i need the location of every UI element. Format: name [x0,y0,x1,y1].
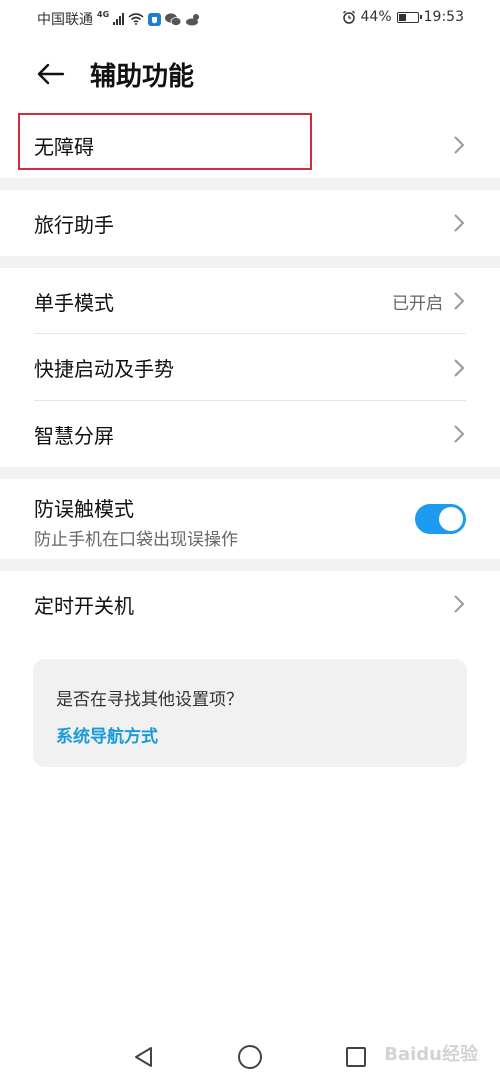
highlight-box [18,113,312,170]
clock: 19:53 [423,9,464,25]
list-item-smart-split-screen[interactable]: 智慧分屏 [0,401,500,467]
chevron-right-icon [452,135,466,155]
carrier-label: 中国联通 [37,12,93,28]
chevron-right-icon [452,291,466,311]
list-item-label: 旅行助手 [34,212,114,237]
triangle-back-icon [135,1047,152,1067]
list-item-quick-launch-gestures[interactable]: 快捷启动及手势 [0,334,500,401]
page-header: 辅助功能 [0,48,500,100]
suggestion-question: 是否在寻找其他设置项？ [56,690,243,710]
square-recents-icon [346,1047,366,1067]
page-title: 辅助功能 [90,62,195,92]
nav-home-button[interactable] [235,1042,265,1072]
list-item-label: 单手模式 [34,290,114,315]
wifi-icon [128,13,144,25]
nav-recents-button[interactable] [341,1042,371,1072]
battery-fill [398,13,407,21]
back-button[interactable] [30,54,70,94]
toggle-knob [439,507,463,531]
status-left: 中国联通 4G [37,9,201,29]
status-bar: 中国联通 4G 44% 19:53 [0,0,500,36]
circle-home-icon [238,1045,262,1069]
alarm-icon [342,10,355,24]
list-item-label: 智慧分屏 [34,423,114,448]
section-gap [0,467,500,479]
list-item-value: 已开启 [392,293,443,314]
app-notification-icon [148,12,162,26]
wechat-icon [165,12,182,26]
signal-icon [113,13,125,25]
watermark: Baidu经验 [384,1044,478,1065]
section-gap [0,559,500,571]
status-right: 44% 19:53 [342,9,464,25]
list-item-accidental-touch-prevention: 防误触模式 防止手机在口袋出现误操作 [0,479,500,559]
list-item-label: 快捷启动及手势 [34,357,174,381]
list-item-scheduled-power[interactable]: 定时开关机 [0,571,500,637]
nav-back-button[interactable] [128,1042,158,1072]
list-item-travel-assistant[interactable]: 旅行助手 [0,190,500,256]
section-gap [0,178,500,190]
chevron-right-icon [452,358,466,378]
suggestion-card: 是否在寻找其他设置项？ 系统导航方式 [33,659,467,767]
accidental-touch-toggle[interactable] [415,504,466,534]
weather-icon [186,13,200,25]
list-item-subtitle: 防止手机在口袋出现误操作 [34,530,238,550]
chevron-right-icon [452,594,466,614]
list-item-label: 防误触模式 [34,497,134,521]
chevron-right-icon [452,213,466,233]
system-navigation-link[interactable]: 系统导航方式 [56,722,158,747]
battery-icon [396,11,422,23]
arrow-left-icon [37,63,65,85]
network-type: 4G [97,9,110,19]
section-gap [0,256,500,268]
list-item-label: 定时开关机 [34,593,134,618]
list-item-one-hand-mode[interactable]: 单手模式 已开启 [0,268,500,334]
battery-percent: 44% [360,9,392,25]
chevron-right-icon [452,424,466,444]
